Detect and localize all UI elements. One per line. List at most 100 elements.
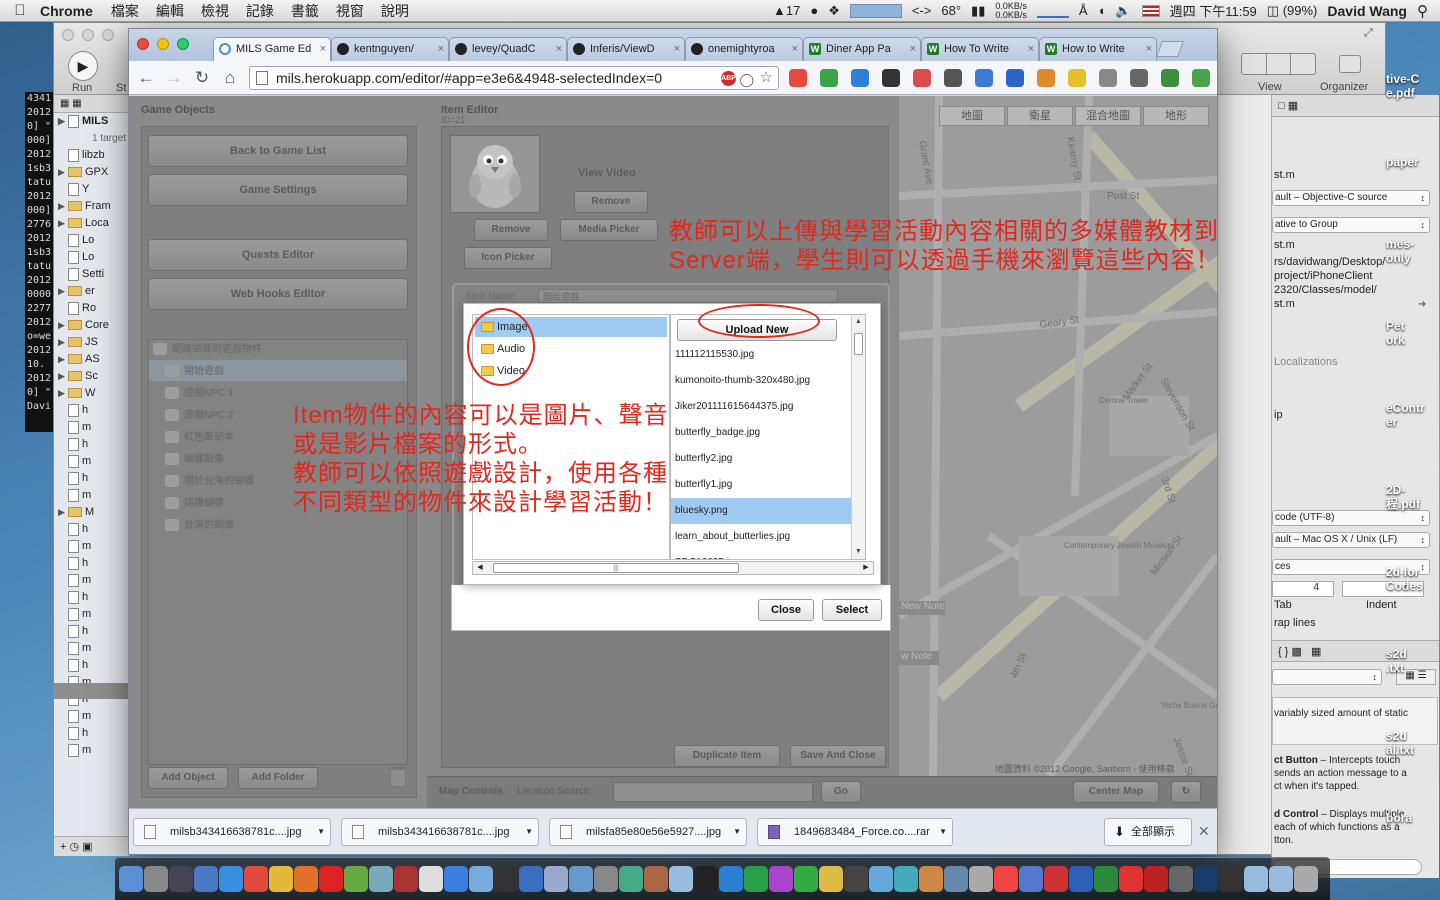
navigator-item[interactable]: m xyxy=(54,419,129,436)
map-note-1[interactable]: New Note xyxy=(899,601,945,615)
desktop-file-label[interactable]: al.txt xyxy=(1386,743,1414,757)
calendar-icon[interactable] xyxy=(419,866,443,892)
gear-extension-icon[interactable] xyxy=(1130,69,1148,87)
download-menu-arrow-icon[interactable]: ▼ xyxy=(525,819,533,845)
location-select[interactable]: ative to Group xyxy=(1272,217,1430,233)
app-icon[interactable] xyxy=(1169,866,1193,892)
disclosure-triangle-icon[interactable]: ▶ xyxy=(58,215,68,232)
media-picker-button[interactable]: Media Picker xyxy=(560,219,658,241)
icon-picker-button[interactable]: Icon Picker xyxy=(464,247,552,269)
navigator-item[interactable]: Ro xyxy=(54,300,129,317)
minimize-window-icon[interactable] xyxy=(157,38,169,50)
menu-file[interactable]: 檔案 xyxy=(111,1,139,21)
navigator-item[interactable]: h xyxy=(54,470,129,487)
refresh-map-icon[interactable]: ↻ xyxy=(1171,781,1201,803)
finder-icon[interactable] xyxy=(119,866,143,892)
spider-extension-icon[interactable] xyxy=(944,69,962,87)
download-menu-arrow-icon[interactable]: ▼ xyxy=(939,819,947,845)
tree-extension-icon[interactable] xyxy=(820,69,838,87)
navigator-item[interactable]: h xyxy=(54,589,129,606)
firefox-icon[interactable] xyxy=(294,866,318,892)
reveal-arrow-icon[interactable]: ➜ xyxy=(1418,299,1426,310)
wrap-lines-checkbox[interactable]: rap lines xyxy=(1274,617,1316,629)
app-icon[interactable] xyxy=(819,866,843,892)
view-video-link[interactable]: View Video xyxy=(578,167,636,179)
browser-tab[interactable]: MILS Game Ed × xyxy=(213,37,331,61)
file-type-select[interactable]: ault – Objective-C source xyxy=(1272,190,1430,206)
app-icon[interactable] xyxy=(969,866,993,892)
desktop-file-label[interactable]: eContr xyxy=(1386,401,1425,415)
desktop-file-label[interactable]: Pet xyxy=(1386,319,1405,333)
safari-icon[interactable] xyxy=(219,866,243,892)
desktop-file-label[interactable]: 2d for xyxy=(1386,565,1419,579)
navigator-filter-bar[interactable]: + ◷ ▣ xyxy=(54,836,129,856)
desktop-file-label[interactable]: er xyxy=(1386,415,1397,429)
scroll-down-icon[interactable]: ▼ xyxy=(854,547,863,557)
word-icon[interactable] xyxy=(1069,866,1093,892)
add-folder-button[interactable]: Add Folder xyxy=(238,767,318,789)
navigator-item[interactable]: ▶ Loca xyxy=(54,215,129,232)
navigator-tabs[interactable]: ▦ ▦ xyxy=(54,95,129,113)
close-downloads-icon[interactable]: ✕ xyxy=(1198,823,1210,840)
terminal-icon[interactable] xyxy=(694,866,718,892)
close-tab-icon[interactable]: × xyxy=(910,38,916,60)
app-icon[interactable] xyxy=(1019,866,1043,892)
navigator-item[interactable]: h xyxy=(54,402,129,419)
menu-view[interactable]: 檢視 xyxy=(201,1,229,21)
desktop-file-label[interactable]: ork xyxy=(1386,333,1405,347)
download-extension-icon[interactable] xyxy=(1006,69,1024,87)
tree-item[interactable]: 蝴蝶點像 xyxy=(165,450,224,470)
zoom-window-icon[interactable] xyxy=(177,38,189,50)
file-list-item[interactable]: kumonoito-thumb-320x480.jpg xyxy=(671,368,851,394)
face-extension-icon[interactable] xyxy=(1037,69,1055,87)
search-extension-icon[interactable] xyxy=(1099,69,1117,87)
navigator-item[interactable]: ▶ JS xyxy=(54,334,129,351)
navigator-item[interactable]: h xyxy=(54,725,129,742)
game-settings-button[interactable]: Game Settings xyxy=(148,174,408,206)
scroll-right-icon[interactable]: ▶ xyxy=(861,563,871,573)
library-segmented-control[interactable]: d Control – Displays multiple xyxy=(1272,808,1438,821)
desktop-file-label[interactable]: bora xyxy=(1386,811,1412,825)
map-copyright[interactable]: 地圖資料 ©2012 Google, Sanborn - 使用條款 xyxy=(995,762,1175,775)
scroll-left-icon[interactable]: ◀ xyxy=(475,563,485,573)
navigator-item[interactable]: ▶ GPX xyxy=(54,164,129,181)
select-button[interactable]: Select xyxy=(822,599,882,621)
app-icon[interactable] xyxy=(994,866,1018,892)
horizontal-scroll-thumb[interactable]: ||| xyxy=(493,563,739,573)
settings-icon[interactable] xyxy=(594,866,618,892)
tree-item[interactable]: 遊戲NPC 2 xyxy=(165,406,233,426)
file-list-item[interactable]: bluesky.png xyxy=(671,498,851,524)
desktop-file-label[interactable]: Codes xyxy=(1386,579,1423,593)
app-icon[interactable] xyxy=(369,866,393,892)
navigator-item[interactable]: h xyxy=(54,623,129,640)
navigator-item[interactable]: Setti xyxy=(54,266,129,283)
close-tab-icon[interactable]: × xyxy=(1028,38,1034,60)
disclosure-triangle-icon[interactable]: ▶ xyxy=(58,351,68,368)
disclosure-triangle-icon[interactable]: ▶ xyxy=(58,368,68,385)
map-type-button[interactable]: 混合地圖 xyxy=(1075,106,1141,126)
download-menu-arrow-icon[interactable]: ▼ xyxy=(317,819,325,845)
flag-icon[interactable] xyxy=(1141,4,1160,17)
debug-toggle-icon[interactable] xyxy=(1267,54,1292,74)
text-encoding-select[interactable]: code (UTF-8) xyxy=(1272,510,1430,526)
xcode-icon[interactable] xyxy=(519,866,543,892)
web-hooks-editor-button[interactable]: Web Hooks Editor xyxy=(148,278,408,310)
user-menu[interactable]: David Wang xyxy=(1327,3,1407,19)
money-extension-icon[interactable] xyxy=(1161,69,1179,87)
browser-tab[interactable]: onemightyroa × xyxy=(685,37,803,61)
navigator-item[interactable]: Lo xyxy=(54,249,129,266)
app-icon[interactable] xyxy=(919,866,943,892)
plus-extension-icon[interactable] xyxy=(1192,69,1210,87)
folder-icon[interactable] xyxy=(1269,866,1293,892)
chrome-extension-icon[interactable] xyxy=(789,69,807,87)
close-tab-icon[interactable]: × xyxy=(674,38,680,60)
navigator-item[interactable]: ▶ M xyxy=(54,504,129,521)
volume-icon[interactable]: 🔈 xyxy=(1115,3,1131,19)
desktop-file-label[interactable]: tive-C xyxy=(1386,72,1419,86)
browser-tab[interactable]: W How To Write × xyxy=(921,37,1039,61)
disclosure-triangle-icon[interactable]: ▶ xyxy=(58,198,68,215)
navigator-item[interactable]: h xyxy=(54,436,129,453)
download-item[interactable]: milsfa85e80e56e5927....jpg ▼ xyxy=(549,818,747,846)
stack-extension-icon[interactable] xyxy=(851,69,869,87)
map-type-button[interactable]: 地形 xyxy=(1143,106,1209,126)
